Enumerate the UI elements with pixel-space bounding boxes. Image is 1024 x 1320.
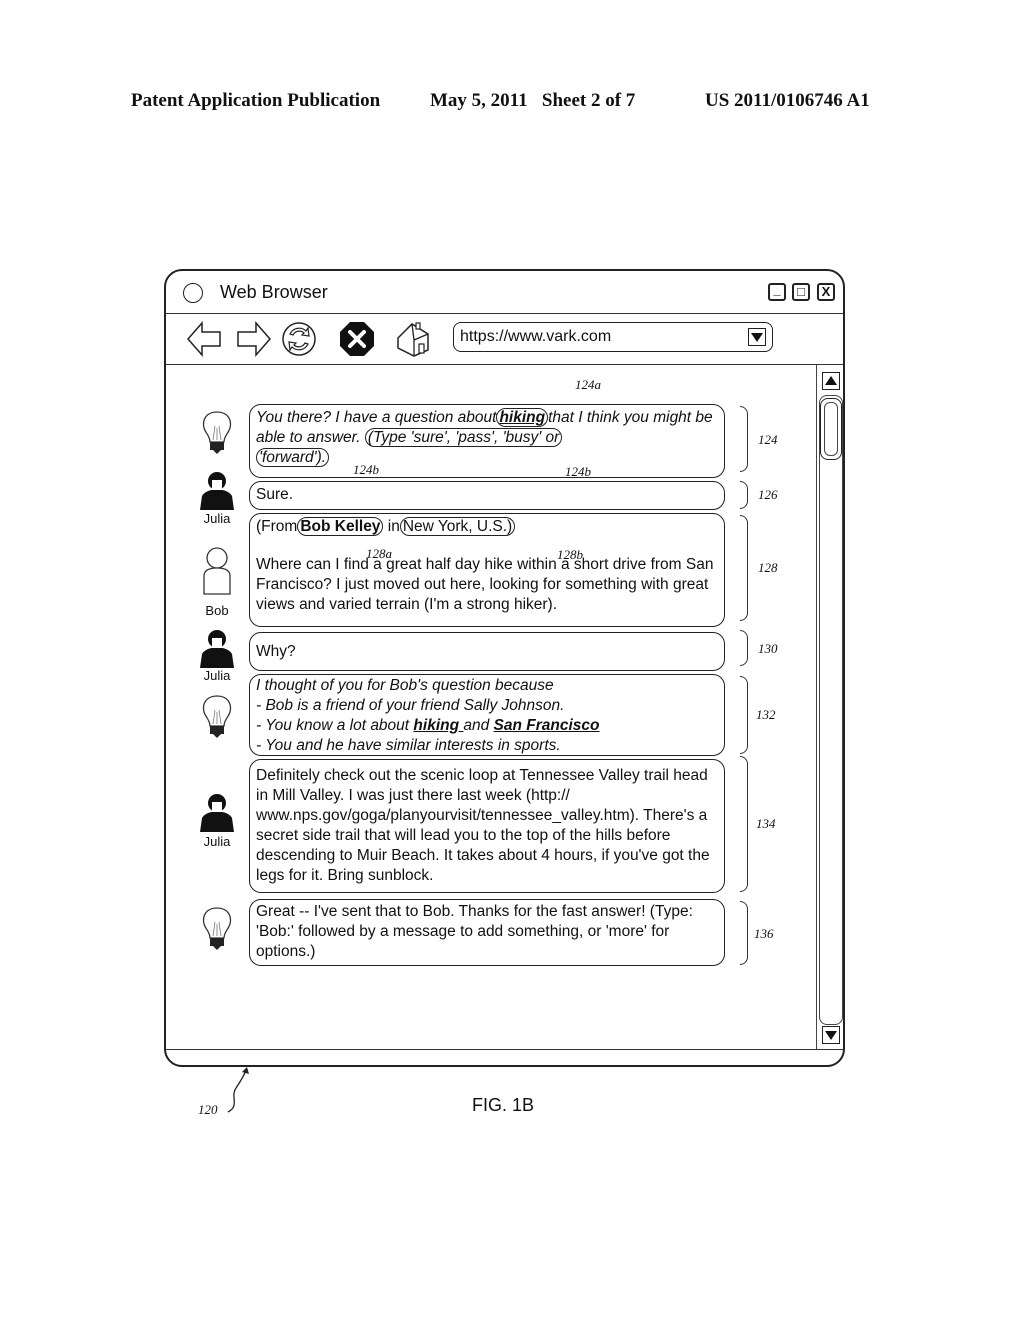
brace-126 [740,481,748,509]
scroll-down-button[interactable] [822,1026,840,1044]
message-text: You there? I have a question about [256,409,497,426]
reason-intro: I thought of you for Bob's question beca… [256,677,554,694]
from-prefix: (From [256,518,298,535]
ref-label-124a: 124a [575,377,601,392]
message-bubble-128[interactable]: (From Bob Kelley in New York, U.S.) Where … [249,513,725,627]
toolbar: https://www.vark.com [166,314,843,365]
reference-arrow-icon [227,1067,249,1113]
figure-caption: FIG. 1B [472,1095,535,1115]
ref-label-124b-2: 124b [565,464,591,479]
scroll-up-button[interactable] [822,372,840,390]
maximize-button[interactable]: □ [792,283,810,301]
close-button[interactable]: X [817,283,835,301]
from-in: in [383,518,400,535]
brace-130 [740,630,748,666]
sender-name: Bob [205,603,229,618]
reason-text: and [463,717,494,734]
person-dark-icon [200,630,234,668]
person-dark-icon [200,472,234,510]
ref-label-124b: 124b [353,462,379,477]
sender-name: Julia [203,668,231,683]
back-arrow-icon[interactable] [186,320,224,358]
ref-label-128: 128 [758,560,778,575]
command-hint-forward: 'forward'). [256,448,330,467]
message-bubble-132[interactable]: I thought of you for Bob's question beca… [249,674,725,756]
message-bubble-136[interactable]: Great -- I've sent that to Bob. Thanks f… [249,899,725,966]
home-icon[interactable] [394,320,432,358]
ref-label-130: 130 [758,641,778,656]
keyword-hiking-link[interactable]: hiking [496,408,549,427]
message-text: Definitely check out the scenic loop at … [256,767,710,884]
sender-name: Julia [203,511,231,526]
reason-item: - You and he have similar interests in s… [256,737,561,754]
message-bubble-126[interactable]: Sure. [249,481,725,510]
ref-label-134: 134 [756,816,776,831]
asker-name-link[interactable]: Bob Kelley [297,517,384,536]
minimize-button[interactable]: _ [768,283,786,301]
message-bubble-124[interactable]: You there? I have a question about hiking… [249,404,725,478]
reason-text: - You know a lot about [256,717,414,734]
brace-124 [740,406,748,472]
ref-label-124: 124 [758,432,778,447]
ref-label-128a: 128a [366,546,392,561]
vertical-scrollbar[interactable] [816,365,845,1049]
sender-name: Julia [203,834,231,849]
message-text: Why? [256,643,296,660]
command-hint: (Type 'sure', 'pass', 'busy' or [364,428,563,447]
title-bar: Web Browser _ □ X [166,271,843,314]
person-light-icon [203,547,231,595]
refresh-icon[interactable] [280,320,318,358]
topic-hiking-link[interactable]: hiking [413,717,463,734]
brace-132 [740,676,748,754]
ref-label-126: 126 [758,487,778,502]
message-bubble-130[interactable]: Why? [249,632,725,671]
brace-136 [740,901,748,965]
reason-item: - Bob is a friend of your friend Sally J… [256,697,565,714]
lightbulb-icon [202,411,232,454]
url-input[interactable]: https://www.vark.com [453,322,773,352]
minimize-icon: _ [773,282,781,297]
message-bubble-134[interactable]: Definitely check out the scenic loop at … [249,759,725,893]
publication-number: US 2011/0106746 A1 [705,90,870,111]
window-title: Web Browser [220,282,328,302]
reason-item: - You know a lot about hiking and San Fr… [256,716,718,736]
topic-san-francisco-link[interactable]: San Francisco [494,717,600,734]
url-text: https://www.vark.com [460,328,612,345]
stop-icon[interactable] [338,320,376,358]
publication-date-sheet: May 5, 2011 Sheet 2 of 7 [430,90,636,111]
window-circle-icon [183,283,203,303]
ref-label-136: 136 [754,926,774,941]
brace-128 [740,515,748,621]
ref-label-128b: 128b [557,547,583,562]
ref-label-120: 120 [198,1102,218,1117]
message-text: Great -- I've sent that to Bob. Thanks f… [256,903,693,960]
lightbulb-icon [202,907,232,950]
maximize-icon: □ [797,284,805,299]
forward-arrow-icon[interactable] [234,320,272,358]
person-dark-icon [200,794,234,832]
lightbulb-icon [202,695,232,738]
close-icon: X [821,284,831,299]
status-bar [166,1049,843,1050]
publication-label: Patent Application Publication [131,90,381,111]
message-text: Sure. [256,486,294,503]
brace-134 [740,756,748,892]
scroll-track[interactable] [819,395,843,1025]
ref-label-132: 132 [756,707,776,722]
message-text: Where can I find a great half day hike w… [256,556,714,613]
url-dropdown-button[interactable] [748,328,766,346]
scroll-thumb[interactable] [820,398,842,460]
asker-location-link[interactable]: New York, U.S.) [399,517,516,536]
